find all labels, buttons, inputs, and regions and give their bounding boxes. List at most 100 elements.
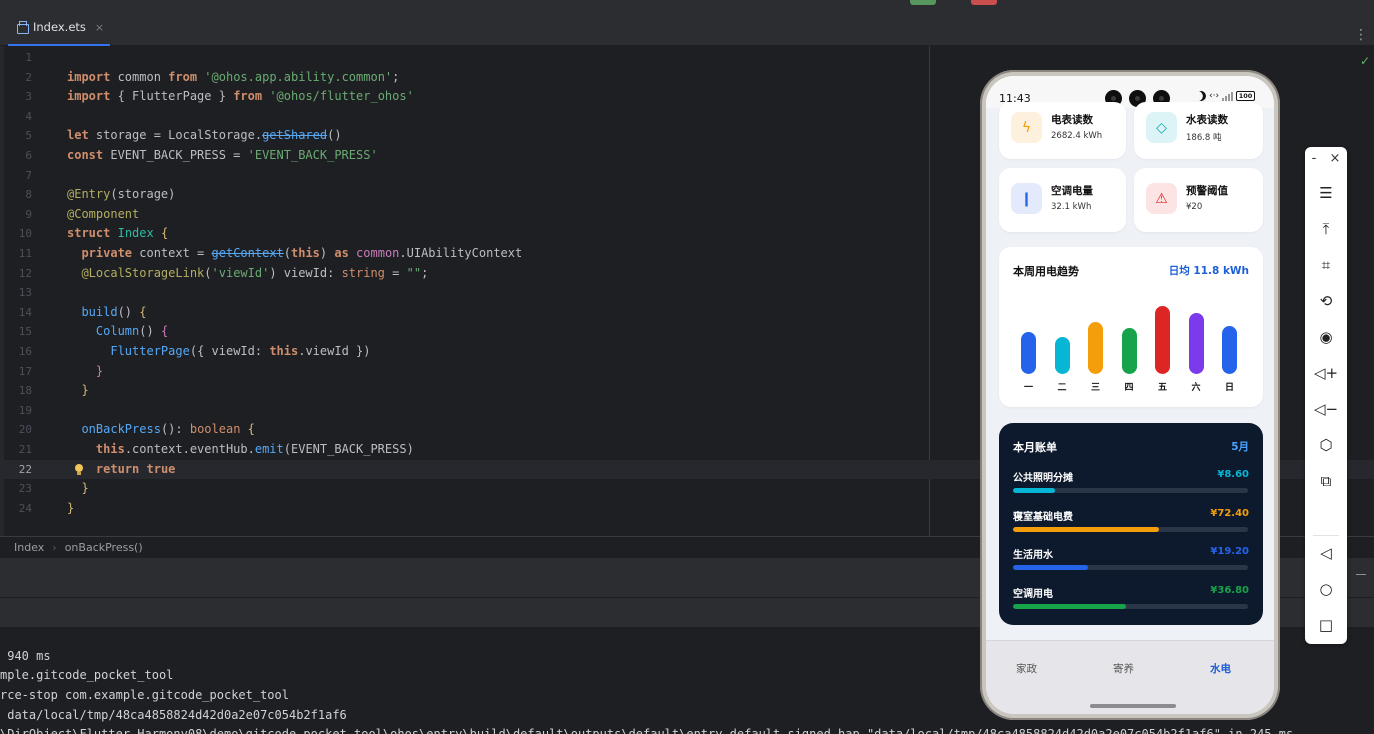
line-number[interactable]: 6 [0, 146, 32, 166]
line-number[interactable]: 15 [0, 322, 32, 342]
trend-day-label: 五 [1157, 383, 1167, 393]
code-text: import common from '@ohos.app.ability.co… [67, 69, 400, 84]
line-number[interactable]: 21 [0, 440, 32, 460]
thermometer-icon: ❙ [1011, 183, 1042, 214]
meter-card-alarm[interactable]: ⚠ 预警阈值 ¥20 [1134, 168, 1263, 232]
bill-item-name: 空调用电 [1013, 588, 1053, 600]
minimize-panel-icon[interactable] [1356, 574, 1366, 575]
trend-bar-chart: 一二三四五六日 [999, 247, 1263, 407]
intention-bulb-icon[interactable] [74, 463, 84, 477]
code-text: build() { [81, 304, 147, 319]
trend-day-label: 日 [1224, 383, 1234, 393]
line-number[interactable]: 5 [0, 126, 32, 146]
code-line[interactable]: 1 [0, 48, 1374, 68]
bill-item-amount: ¥72.40 [1210, 507, 1249, 519]
line-number[interactable]: 12 [0, 264, 32, 284]
code-text: } [81, 383, 89, 398]
pin-top-icon[interactable]: ⤒ [1305, 215, 1347, 243]
code-text: } [81, 481, 89, 496]
meter-card-ac[interactable]: ❙ 空调电量 32.1 kWh [999, 168, 1126, 232]
line-number[interactable]: 17 [0, 362, 32, 382]
multi-window-icon[interactable]: ⧉ [1305, 467, 1347, 495]
nav-item-housekeeping[interactable]: 家政 [1016, 661, 1037, 676]
alarm-icon: ⚠ [1146, 183, 1177, 214]
rotate-icon[interactable]: ⟲ [1305, 287, 1347, 315]
home-indicator[interactable] [1090, 704, 1176, 708]
line-number[interactable]: 16 [0, 342, 32, 362]
code-text: import { FlutterPage } from '@ohos/flutt… [67, 89, 414, 104]
breadcrumb-item-method[interactable]: onBackPress() [65, 541, 143, 554]
volume-up-icon[interactable]: ◁+ [1305, 359, 1347, 387]
rotate-device-icon[interactable]: ⬡ [1305, 431, 1347, 459]
trend-bar [1222, 325, 1237, 374]
bill-progress-track [1013, 526, 1248, 532]
back-icon[interactable]: ◁ [1305, 539, 1347, 567]
line-number[interactable]: 11 [0, 244, 32, 264]
code-text: @Component [67, 206, 140, 221]
meter-card-water[interactable]: ◇ 水表读数 186.8 吨 [1134, 102, 1263, 159]
card-title: 水表读数 [1186, 114, 1228, 126]
line-number[interactable]: 19 [0, 401, 32, 421]
bill-item-amount: ¥19.20 [1210, 546, 1249, 557]
code-text: private context = getContext(this) as co… [81, 246, 523, 260]
water-drop-icon: ◇ [1146, 112, 1177, 143]
line-number[interactable]: 7 [0, 166, 32, 186]
line-number[interactable]: 13 [0, 283, 32, 303]
console-line: 940 ms [0, 649, 51, 663]
card-value: 2682.4 kWh [1051, 131, 1103, 141]
crop-icon[interactable]: ⌗ [1305, 251, 1347, 279]
volume-down-icon[interactable]: ◁− [1305, 395, 1347, 423]
meter-card-electric[interactable]: ϟ 电表读数 2682.4 kWh [999, 102, 1126, 159]
trend-day-label: 一 [1023, 383, 1033, 393]
file-icon [16, 21, 29, 34]
emulator-toolbar: - × ☰ ⤒ ⌗ ⟲ ◉ ◁+ ◁− ⬡ ⧉ ◁ ○ □ [1305, 147, 1347, 644]
recents-icon[interactable]: □ [1305, 611, 1347, 639]
line-number[interactable]: 20 [0, 420, 32, 440]
code-text: @LocalStorageLink('viewId') viewId: stri… [81, 265, 429, 280]
more-options-icon[interactable]: ⋮ [1354, 28, 1368, 42]
line-number[interactable]: 14 [0, 303, 32, 323]
trend-day-label: 四 [1124, 383, 1134, 393]
minimize-icon[interactable]: - [1312, 151, 1317, 166]
line-number[interactable]: 10 [0, 224, 32, 244]
bill-month[interactable]: 5月 [1231, 439, 1249, 454]
toolbar-window-controls: - × [1305, 151, 1347, 166]
bill-progress-track [1013, 488, 1248, 493]
bill-progress-track [1013, 565, 1248, 570]
nav-item-utilities[interactable]: 水电 [1210, 661, 1231, 676]
weekly-trend-card: 本周用电趋势 日均 11.8 kWh 一二三四五六日 [999, 247, 1263, 407]
home-icon[interactable]: ○ [1305, 575, 1347, 603]
dnd-moon-icon [1195, 90, 1208, 103]
stop-indicator[interactable] [971, 0, 997, 5]
console-line: data/local/tmp/48ca4858824d42d0a2e07c054… [0, 708, 347, 722]
close-tab-icon[interactable]: × [95, 21, 104, 34]
trend-bar [1121, 328, 1137, 374]
line-number[interactable]: 9 [0, 205, 32, 225]
trend-day-label: 二 [1057, 383, 1067, 393]
tab-index-ets[interactable]: Index.ets × [8, 10, 110, 46]
bill-title: 本月账单 [1013, 441, 1057, 454]
line-number[interactable]: 23 [0, 479, 32, 499]
device-frame: 11:43 ‹·› 100 ϟ 电表读数 2682.4 kWh ◇ 水表读数 1… [980, 70, 1280, 720]
line-number[interactable]: 1 [0, 48, 32, 68]
toolbar-divider [1313, 535, 1339, 536]
line-number[interactable]: 2 [0, 68, 32, 88]
bill-item-name: 公共照明分摊 [1013, 473, 1073, 484]
line-number[interactable]: 24 [0, 499, 32, 519]
breadcrumb-item-struct[interactable]: Index [14, 541, 44, 554]
menu-icon[interactable]: ☰ [1305, 179, 1347, 207]
bottom-navigation: 家政 寄养 水电 [986, 640, 1274, 714]
screen-record-icon[interactable]: ◉ [1305, 323, 1347, 351]
line-number[interactable]: 3 [0, 87, 32, 107]
bill-item-name: 生活用水 [1013, 550, 1053, 561]
run-indicator[interactable] [910, 0, 936, 5]
nav-item-foster[interactable]: 寄养 [1113, 661, 1134, 676]
card-value: ¥20 [1186, 202, 1203, 212]
trend-day-label: 六 [1191, 383, 1201, 393]
line-number[interactable]: 8 [0, 185, 32, 205]
line-number[interactable]: 18 [0, 381, 32, 401]
line-number[interactable]: 4 [0, 107, 32, 127]
line-number[interactable]: 22 [0, 460, 32, 480]
device-screen[interactable]: 11:43 ‹·› 100 ϟ 电表读数 2682.4 kWh ◇ 水表读数 1… [986, 76, 1274, 714]
close-icon[interactable]: × [1329, 151, 1340, 166]
